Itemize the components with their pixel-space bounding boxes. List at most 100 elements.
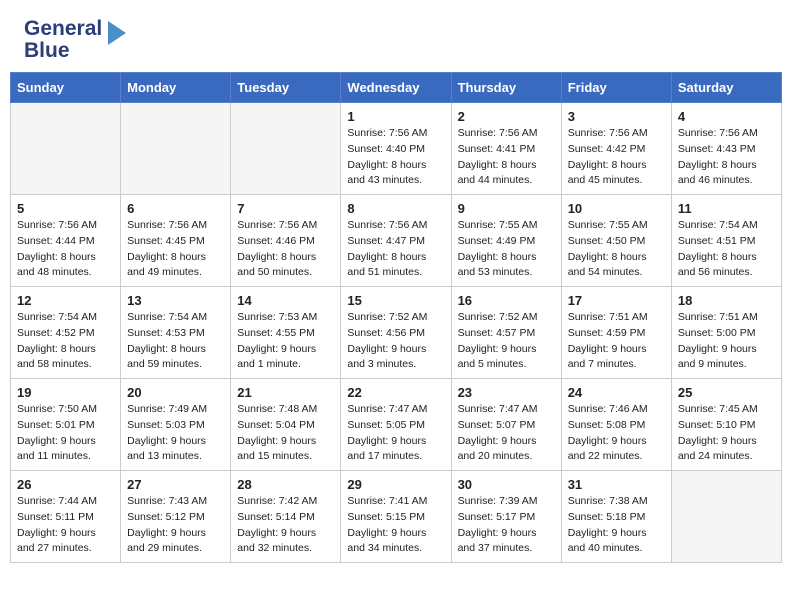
calendar-cell: 30 Sunrise: 7:39 AM Sunset: 5:17 PM Dayli… [451,471,561,563]
calendar-cell: 7 Sunrise: 7:56 AM Sunset: 4:46 PM Daylig… [231,195,341,287]
calendar-cell: 19 Sunrise: 7:50 AM Sunset: 5:01 PM Dayli… [11,379,121,471]
calendar-cell: 23Sunrise: 7:47 AM Sunset: 5:07 PM Dayli… [451,379,561,471]
day-number: 30 [458,477,555,492]
day-number: 6 [127,201,224,216]
calendar-cell [231,103,341,195]
logo-text-blue: Blue [24,40,102,62]
header-day-friday: Friday [561,73,671,103]
week-row-4: 19 Sunrise: 7:50 AM Sunset: 5:01 PM Dayli… [11,379,782,471]
calendar-cell: 29 Sunrise: 7:41 AM Sunset: 5:15 PM Dayli… [341,471,451,563]
day-info: Sunrise: 7:46 AM Sunset: 5:08 PM Dayligh… [568,402,665,465]
day-number: 11 [678,201,775,216]
calendar-cell: 9 Sunrise: 7:55 AM Sunset: 4:49 PM Daylig… [451,195,561,287]
page: General Blue SundayMondayTuesdayWednesda… [0,0,792,577]
day-info: Sunrise: 7:56 AM Sunset: 4:45 PM Dayligh… [127,218,224,281]
calendar-wrapper: SundayMondayTuesdayWednesdayThursdayFrid… [0,72,792,577]
day-info: Sunrise: 7:55 AM Sunset: 4:50 PM Dayligh… [568,218,665,281]
day-info: Sunrise: 7:45 AM Sunset: 5:10 PM Dayligh… [678,402,775,465]
day-info: Sunrise: 7:52 AM Sunset: 4:56 PM Dayligh… [347,310,444,373]
calendar-cell: 3Sunrise: 7:56 AM Sunset: 4:42 PM Daylig… [561,103,671,195]
day-number: 15 [347,293,444,308]
calendar-cell: 28 Sunrise: 7:42 AM Sunset: 5:14 PM Dayli… [231,471,341,563]
calendar-cell: 4 Sunrise: 7:56 AM Sunset: 4:43 PM Daylig… [671,103,781,195]
calendar-cell [671,471,781,563]
logo-triangle-icon [106,19,128,52]
calendar-cell: 31Sunrise: 7:38 AM Sunset: 5:18 PM Dayli… [561,471,671,563]
day-number: 24 [568,385,665,400]
day-info: Sunrise: 7:56 AM Sunset: 4:47 PM Dayligh… [347,218,444,281]
day-info: Sunrise: 7:41 AM Sunset: 5:15 PM Dayligh… [347,494,444,557]
day-info: Sunrise: 7:44 AM Sunset: 5:11 PM Dayligh… [17,494,114,557]
week-row-2: 5 Sunrise: 7:56 AM Sunset: 4:44 PM Daylig… [11,195,782,287]
day-info: Sunrise: 7:38 AM Sunset: 5:18 PM Dayligh… [568,494,665,557]
day-number: 12 [17,293,114,308]
calendar-cell: 10 Sunrise: 7:55 AM Sunset: 4:50 PM Dayli… [561,195,671,287]
day-info: Sunrise: 7:56 AM Sunset: 4:44 PM Dayligh… [17,218,114,281]
day-info: Sunrise: 7:42 AM Sunset: 5:14 PM Dayligh… [237,494,334,557]
day-number: 16 [458,293,555,308]
calendar-cell [11,103,121,195]
calendar-cell: 20Sunrise: 7:49 AM Sunset: 5:03 PM Dayli… [121,379,231,471]
logo-area: General Blue [24,18,128,62]
day-number: 5 [17,201,114,216]
calendar-cell: 17Sunrise: 7:51 AM Sunset: 4:59 PM Dayli… [561,287,671,379]
header-day-wednesday: Wednesday [341,73,451,103]
calendar-cell: 6 Sunrise: 7:56 AM Sunset: 4:45 PM Daylig… [121,195,231,287]
day-number: 19 [17,385,114,400]
calendar-cell: 16Sunrise: 7:52 AM Sunset: 4:57 PM Dayli… [451,287,561,379]
calendar-cell: 14Sunrise: 7:53 AM Sunset: 4:55 PM Dayli… [231,287,341,379]
day-info: Sunrise: 7:56 AM Sunset: 4:43 PM Dayligh… [678,126,775,189]
day-number: 27 [127,477,224,492]
day-info: Sunrise: 7:54 AM Sunset: 4:52 PM Dayligh… [17,310,114,373]
day-number: 29 [347,477,444,492]
calendar-cell: 22 Sunrise: 7:47 AM Sunset: 5:05 PM Dayli… [341,379,451,471]
day-number: 10 [568,201,665,216]
calendar-cell: 8 Sunrise: 7:56 AM Sunset: 4:47 PM Daylig… [341,195,451,287]
day-info: Sunrise: 7:56 AM Sunset: 4:41 PM Dayligh… [458,126,555,189]
day-number: 18 [678,293,775,308]
day-number: 1 [347,109,444,124]
day-info: Sunrise: 7:49 AM Sunset: 5:03 PM Dayligh… [127,402,224,465]
day-number: 21 [237,385,334,400]
day-number: 17 [568,293,665,308]
header-day-thursday: Thursday [451,73,561,103]
calendar-cell: 11Sunrise: 7:54 AM Sunset: 4:51 PM Dayli… [671,195,781,287]
calendar-table: SundayMondayTuesdayWednesdayThursdayFrid… [10,72,782,563]
calendar-cell: 18Sunrise: 7:51 AM Sunset: 5:00 PM Dayli… [671,287,781,379]
day-number: 2 [458,109,555,124]
logo-text-general: General [24,18,102,40]
calendar-cell [121,103,231,195]
header-day-tuesday: Tuesday [231,73,341,103]
day-number: 4 [678,109,775,124]
week-row-5: 26 Sunrise: 7:44 AM Sunset: 5:11 PM Dayli… [11,471,782,563]
day-info: Sunrise: 7:56 AM Sunset: 4:46 PM Dayligh… [237,218,334,281]
day-info: Sunrise: 7:43 AM Sunset: 5:12 PM Dayligh… [127,494,224,557]
day-number: 28 [237,477,334,492]
day-info: Sunrise: 7:55 AM Sunset: 4:49 PM Dayligh… [458,218,555,281]
calendar-cell: 13Sunrise: 7:54 AM Sunset: 4:53 PM Dayli… [121,287,231,379]
day-info: Sunrise: 7:50 AM Sunset: 5:01 PM Dayligh… [17,402,114,465]
logo: General Blue [24,18,128,62]
calendar-cell: 12 Sunrise: 7:54 AM Sunset: 4:52 PM Dayli… [11,287,121,379]
calendar-cell: 24 Sunrise: 7:46 AM Sunset: 5:08 PM Dayli… [561,379,671,471]
day-number: 26 [17,477,114,492]
header-row: SundayMondayTuesdayWednesdayThursdayFrid… [11,73,782,103]
header-day-sunday: Sunday [11,73,121,103]
calendar-cell: 26 Sunrise: 7:44 AM Sunset: 5:11 PM Dayli… [11,471,121,563]
calendar-cell: 15 Sunrise: 7:52 AM Sunset: 4:56 PM Dayli… [341,287,451,379]
day-number: 13 [127,293,224,308]
day-number: 9 [458,201,555,216]
day-info: Sunrise: 7:56 AM Sunset: 4:40 PM Dayligh… [347,126,444,189]
day-number: 14 [237,293,334,308]
calendar-cell: 21Sunrise: 7:48 AM Sunset: 5:04 PM Dayli… [231,379,341,471]
day-info: Sunrise: 7:39 AM Sunset: 5:17 PM Dayligh… [458,494,555,557]
day-number: 25 [678,385,775,400]
week-row-1: 1 Sunrise: 7:56 AM Sunset: 4:40 PM Daylig… [11,103,782,195]
calendar-cell: 2 Sunrise: 7:56 AM Sunset: 4:41 PM Daylig… [451,103,561,195]
day-number: 22 [347,385,444,400]
calendar-cell: 27 Sunrise: 7:43 AM Sunset: 5:12 PM Dayli… [121,471,231,563]
day-info: Sunrise: 7:47 AM Sunset: 5:05 PM Dayligh… [347,402,444,465]
day-number: 8 [347,201,444,216]
day-number: 7 [237,201,334,216]
day-number: 3 [568,109,665,124]
